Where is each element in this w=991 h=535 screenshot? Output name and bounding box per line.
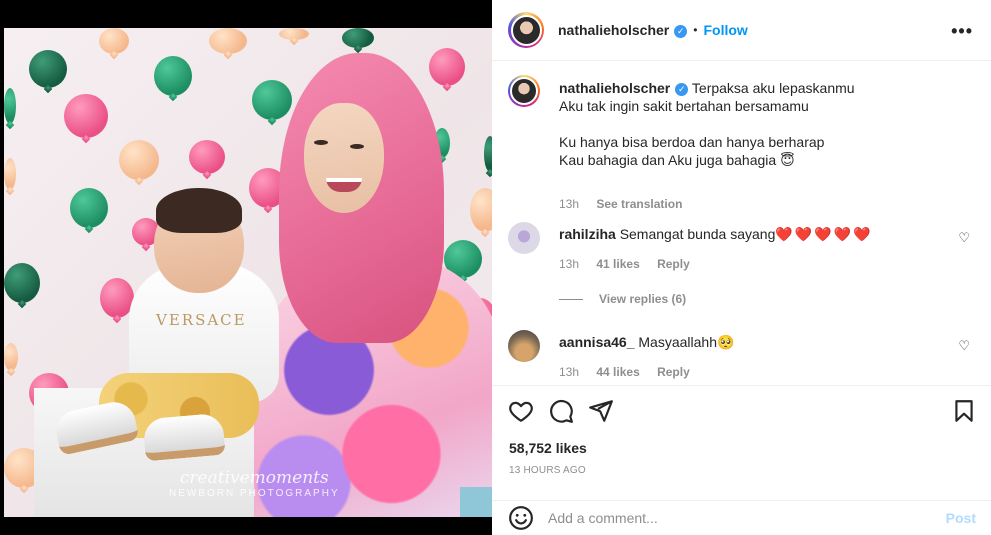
like-comment-heart-icon[interactable]: ♡ xyxy=(958,338,970,354)
comment-body: Semangat bunda sayang xyxy=(619,226,776,242)
commenter-avatar[interactable] xyxy=(508,222,540,254)
verified-badge-icon: ✓ xyxy=(674,24,688,38)
comment-time[interactable]: 13h xyxy=(559,365,579,379)
post-timestamp[interactable]: 13 HOURS AGO xyxy=(509,465,586,476)
comment-body: Masyaallahh🥺 xyxy=(638,334,735,350)
balloon xyxy=(189,140,225,174)
reply-line xyxy=(559,298,583,300)
caption-line: Ku hanya bisa berdoa dan hanya berharap xyxy=(559,134,825,150)
balloon xyxy=(4,263,40,303)
commenter-avatar[interactable] xyxy=(508,330,540,362)
comment-time[interactable]: 13h xyxy=(559,257,579,271)
like-heart-icon[interactable] xyxy=(508,398,534,424)
woman-face xyxy=(304,103,384,213)
caption-time[interactable]: 13h xyxy=(559,197,579,211)
comments-list[interactable]: nathalieholscher ✓ Terpaksa aku lepaskanm… xyxy=(492,62,991,384)
view-replies-button[interactable]: View replies (6) xyxy=(559,292,686,306)
author-avatar[interactable] xyxy=(508,12,544,48)
comment-meta: 13h 44 likes Reply xyxy=(559,365,704,379)
photo-corner-tag xyxy=(460,487,492,517)
commenter-username[interactable]: rahilziha xyxy=(559,226,616,242)
share-send-icon[interactable] xyxy=(588,398,614,424)
balloon xyxy=(64,94,108,138)
caption-avatar[interactable] xyxy=(508,75,540,107)
comment-item: rahilziha Semangat bunda sayang❤️❤️❤️❤️❤… xyxy=(508,222,978,292)
photo-watermark: creativemoments NEWBORN PHOTOGRAPHY xyxy=(169,468,340,500)
commenter-username[interactable]: aannisa46_ xyxy=(559,334,635,350)
comment-text: aannisa46_ Masyaallahh🥺 xyxy=(559,333,949,351)
balloon xyxy=(4,343,18,371)
balloon xyxy=(70,188,108,228)
comment-input[interactable] xyxy=(548,510,928,526)
more-horizontal-icon[interactable]: ••• xyxy=(951,21,973,42)
post-header: nathalieholscher ✓ • Follow ••• xyxy=(492,0,991,61)
eye xyxy=(314,140,328,145)
baby-shoe xyxy=(142,412,226,462)
balloon xyxy=(154,56,192,96)
avatar-image xyxy=(510,77,538,105)
balloon xyxy=(4,158,16,190)
reply-button[interactable]: Reply xyxy=(657,257,690,271)
balloon xyxy=(470,188,492,232)
comment-bubble-icon[interactable] xyxy=(548,398,574,424)
save-bookmark-icon[interactable] xyxy=(951,398,977,424)
shirt-print: VERSACE xyxy=(156,311,247,329)
verified-badge-icon: ✓ xyxy=(675,82,689,96)
balloon xyxy=(279,28,309,40)
heart-emojis: ❤️❤️❤️❤️❤️ xyxy=(775,226,873,242)
like-comment-heart-icon[interactable]: ♡ xyxy=(958,230,970,246)
comment-item: aannisa46_ Masyaallahh🥺 ♡ 13h 44 likes R… xyxy=(508,330,978,384)
post-comment-button[interactable]: Post xyxy=(946,510,976,526)
emoji-icon[interactable] xyxy=(508,505,534,531)
separator-dot: • xyxy=(693,23,698,37)
baby-hair xyxy=(156,188,242,233)
author-username[interactable]: nathalieholscher ✓ xyxy=(558,22,688,38)
caption-line: Kau bahagia dan Aku juga bahagia 😇 xyxy=(559,152,795,168)
balloon xyxy=(209,28,247,54)
comment-text: rahilziha Semangat bunda sayang❤️❤️❤️❤️❤… xyxy=(559,225,949,243)
avatar-image xyxy=(510,14,542,46)
balloon xyxy=(119,140,159,180)
caption-meta: 13h See translation xyxy=(559,197,696,211)
balloon xyxy=(429,48,465,86)
eye xyxy=(350,144,364,149)
caption: nathalieholscher ✓ Terpaksa aku lepaskanm… xyxy=(508,75,978,211)
watermark-script: creativemoments xyxy=(179,468,329,488)
see-translation-link[interactable]: See translation xyxy=(596,197,682,211)
author-username-text: nathalieholscher xyxy=(558,22,670,38)
post-sidebar: nathalieholscher ✓ • Follow ••• nathalieh… xyxy=(492,0,991,535)
caption-line: Aku tak ingin sakit bertahan bersamamu xyxy=(559,98,809,114)
balloon xyxy=(252,80,292,120)
caption-text: nathalieholscher ✓ Terpaksa aku lepaskanm… xyxy=(559,79,949,169)
post-modal: VERSACE creativemoments NEWBORN PHOTOGRA… xyxy=(0,0,991,535)
comment-likes[interactable]: 41 likes xyxy=(596,257,639,271)
comment-meta: 13h 41 likes Reply xyxy=(559,257,704,271)
post-photo[interactable]: VERSACE creativemoments NEWBORN PHOTOGRA… xyxy=(4,28,492,517)
caption-line: Terpaksa aku lepaskanmu xyxy=(691,80,855,96)
likes-count[interactable]: 58,752 likes xyxy=(509,440,587,456)
balloon xyxy=(342,28,374,48)
comment-likes[interactable]: 44 likes xyxy=(596,365,639,379)
balloon xyxy=(484,136,492,172)
reply-button[interactable]: Reply xyxy=(657,365,690,379)
follow-button[interactable]: Follow xyxy=(703,22,747,38)
balloon xyxy=(99,28,129,54)
balloon xyxy=(4,88,16,124)
watermark-subtitle: NEWBORN PHOTOGRAPHY xyxy=(169,488,340,500)
caption-username[interactable]: nathalieholscher xyxy=(559,80,670,96)
post-actions: 58,752 likes 13 HOURS AGO xyxy=(492,385,991,500)
view-replies-label: View replies (6) xyxy=(599,292,687,306)
comment-composer: Post xyxy=(492,500,991,535)
balloon xyxy=(29,50,67,88)
